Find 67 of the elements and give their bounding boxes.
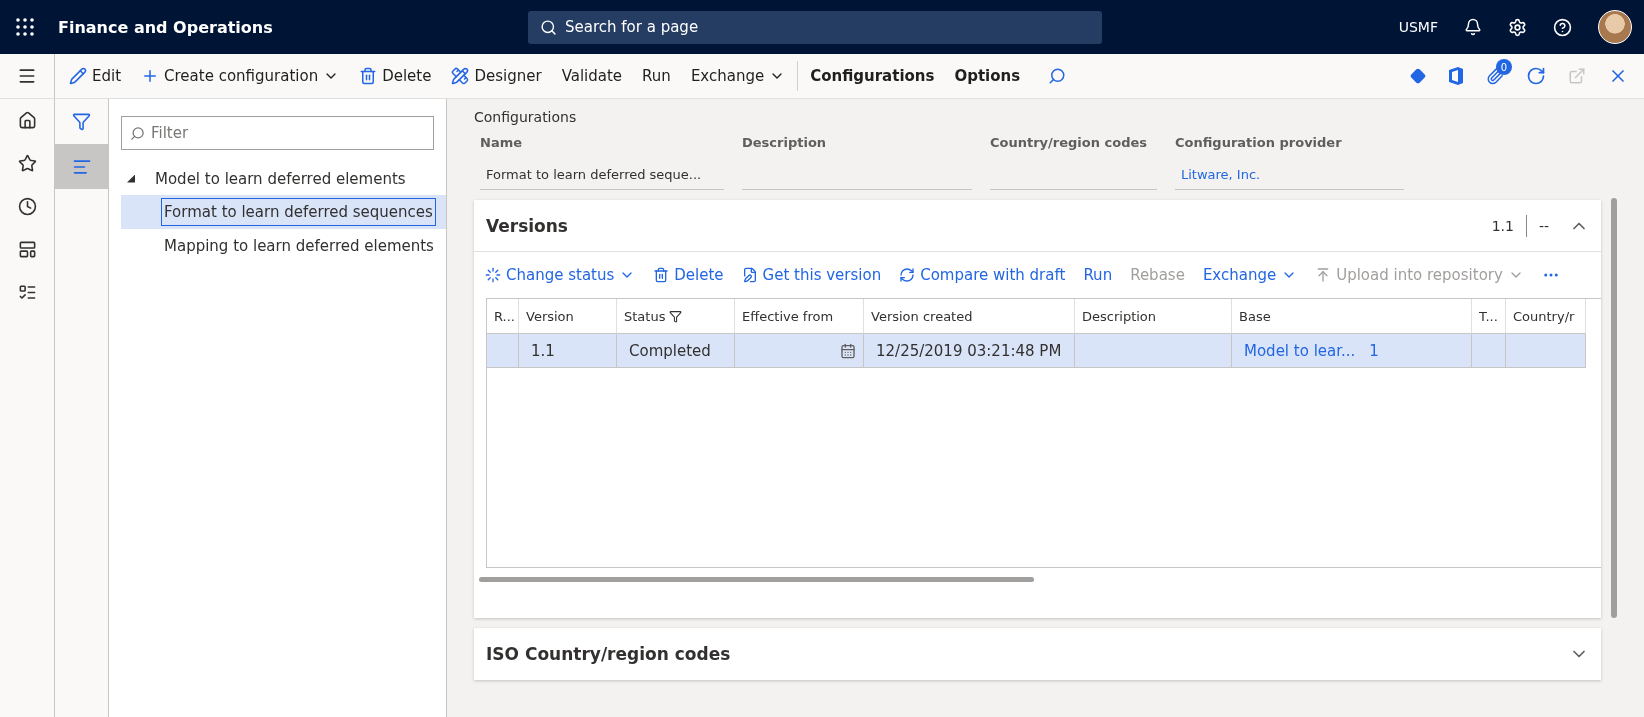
attachments-badge: 0: [1496, 59, 1512, 75]
action-button[interactable]: Get this version: [732, 258, 891, 292]
search-field[interactable]: Search for a page: [528, 10, 1102, 44]
list-icon[interactable]: [17, 283, 37, 302]
app-launcher-icon[interactable]: [16, 18, 34, 36]
toolbar-button[interactable]: Designer: [441, 54, 552, 98]
table-cell: 1.1: [519, 334, 617, 368]
base-link[interactable]: Model to lear...: [1244, 341, 1356, 360]
notifications-icon[interactable]: [1464, 18, 1482, 36]
search-icon[interactable]: [1048, 67, 1067, 85]
card-title: ISO Country/region codes: [486, 644, 731, 664]
scrollbar[interactable]: [479, 576, 1034, 582]
tree-item[interactable]: Model to learn deferred elements: [155, 169, 406, 188]
base-version-link[interactable]: 1: [1369, 341, 1379, 360]
version-status: --: [1538, 217, 1549, 234]
action-button[interactable]: Compare with draft: [890, 258, 1075, 292]
diamond-icon[interactable]: [1410, 68, 1426, 84]
field-label: Country/region codes: [990, 135, 1149, 150]
provider-link[interactable]: Litware, Inc.: [1175, 160, 1404, 190]
action-button[interactable]: Run: [1074, 258, 1122, 292]
field-label: Configuration provider: [1175, 135, 1343, 150]
toolbar-button[interactable]: Create configuration: [131, 54, 350, 98]
help-icon[interactable]: [1553, 17, 1572, 37]
star-icon[interactable]: [17, 154, 37, 173]
filter-field[interactable]: Filter: [121, 116, 434, 150]
date-field[interactable]: [735, 334, 864, 368]
action-button[interactable]: Change status: [476, 258, 645, 292]
version-number: 1.1: [1491, 217, 1514, 234]
field-label: Description: [742, 135, 828, 150]
avatar[interactable]: [1598, 10, 1632, 44]
toolbar-button[interactable]: Edit: [59, 54, 132, 98]
home-icon[interactable]: [17, 111, 37, 130]
refresh-icon: [899, 267, 916, 283]
scrollbar[interactable]: [1611, 198, 1617, 618]
section-title: Configurations: [474, 109, 578, 125]
toolbar-tab[interactable]: Configurations: [800, 54, 945, 98]
pencil-icon: [69, 67, 87, 85]
spinner-icon: [485, 267, 501, 283]
menu-icon[interactable]: [17, 66, 37, 86]
app-title: Finance and Operations: [58, 17, 274, 37]
toolbar-button[interactable]: Exchange: [680, 54, 796, 98]
workspace-icon[interactable]: [17, 240, 37, 259]
toolbar-button[interactable]: Validate: [551, 54, 633, 98]
search-icon: [130, 125, 145, 141]
settings-icon[interactable]: [1508, 17, 1527, 37]
company-label[interactable]: USMF: [1398, 19, 1438, 35]
tree-item[interactable]: Mapping to learn deferred elements: [161, 232, 437, 260]
clock-icon[interactable]: [17, 197, 37, 216]
field-label: Name: [480, 135, 523, 150]
calendar-icon[interactable]: [840, 342, 856, 359]
tree-item[interactable]: Format to learn deferred sequences: [161, 198, 436, 226]
toolbar-button[interactable]: Delete: [349, 54, 442, 98]
toolbar-tab[interactable]: Options: [944, 54, 1031, 98]
action-button[interactable]: Delete: [644, 258, 733, 292]
action-button[interactable]: Exchange: [1193, 258, 1307, 292]
trash-icon: [359, 67, 378, 85]
trash-icon: [653, 267, 670, 283]
table-cell: Completed: [617, 334, 735, 368]
text-field[interactable]: Format to learn deferred seque...: [480, 160, 724, 190]
office-icon[interactable]: [1448, 66, 1464, 86]
card-title: Versions: [486, 215, 568, 236]
toolbar-button[interactable]: Run: [632, 54, 681, 98]
table-cell: 12/25/2019 03:21:48 PM: [864, 334, 1075, 368]
ruler-icon: [451, 67, 470, 85]
edit-icon: [741, 267, 758, 283]
refresh-icon[interactable]: [1526, 66, 1546, 86]
search-icon: [540, 18, 557, 36]
